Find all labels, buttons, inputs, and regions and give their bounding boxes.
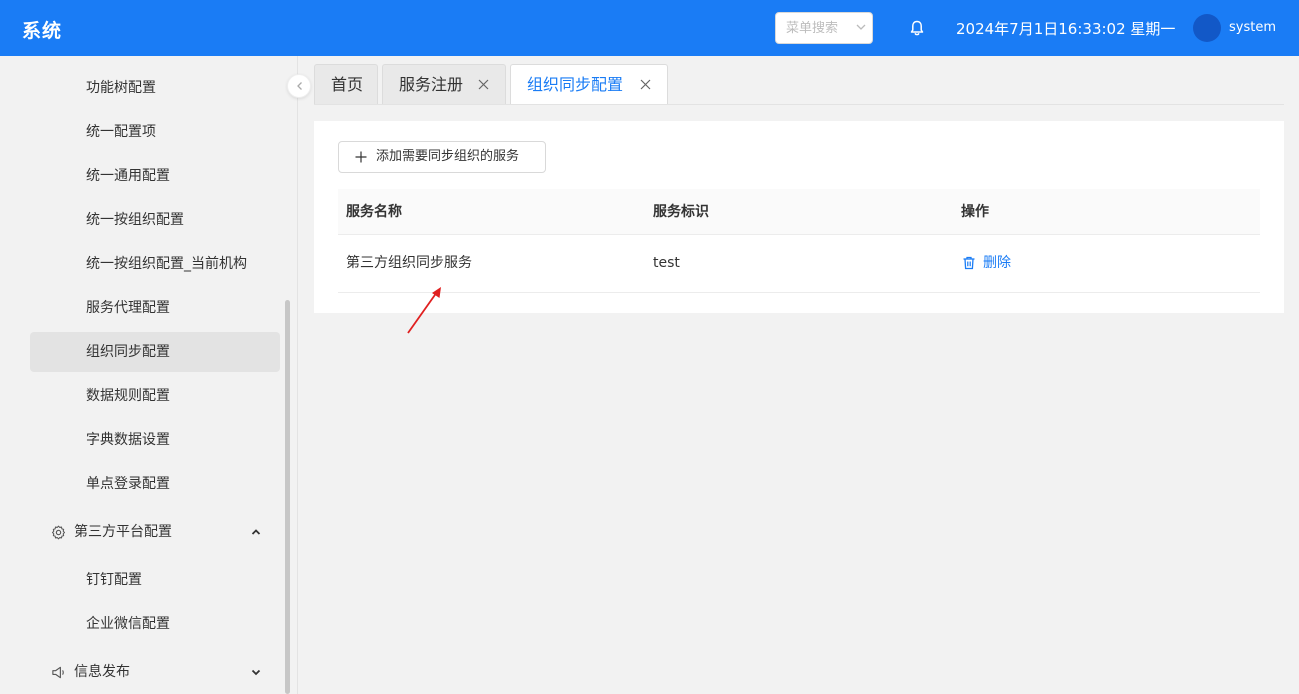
sidebar-collapse-button[interactable] <box>287 74 311 98</box>
chevron-up-icon <box>251 529 261 535</box>
megaphone-icon <box>52 666 64 679</box>
sidebar-item-unified-config[interactable]: 统一配置项 <box>30 112 280 152</box>
chevron-down-icon <box>251 669 261 676</box>
sidebar-item-dingtalk[interactable]: 钉钉配置 <box>30 560 280 600</box>
content-panel: 添加需要同步组织的服务 服务名称 服务标识 操作 第三方组织同步服务 test … <box>314 121 1284 313</box>
sidebar-item-data-rules[interactable]: 数据规则配置 <box>30 376 280 416</box>
close-icon[interactable] <box>478 79 489 90</box>
avatar[interactable] <box>1193 14 1221 42</box>
table-header: 服务名称 服务标识 操作 <box>338 189 1260 235</box>
add-sync-service-button[interactable]: 添加需要同步组织的服务 <box>338 141 546 173</box>
sidebar-scrollbar[interactable] <box>285 300 290 694</box>
username[interactable]: system <box>1229 20 1276 35</box>
sidebar-group-info-publish[interactable]: 信息发布 <box>30 652 280 692</box>
sidebar-item-wecom[interactable]: 企业微信配置 <box>30 604 280 644</box>
trash-icon <box>963 256 975 270</box>
tab-label: 服务注册 <box>399 75 464 94</box>
sidebar-group-third-party[interactable]: 第三方平台配置 <box>30 512 280 552</box>
sidebar-item-dict-data[interactable]: 字典数据设置 <box>30 420 280 460</box>
tab-label: 组织同步配置 <box>527 75 624 94</box>
chevron-down-icon <box>856 24 866 30</box>
datetime-display: 2024年7月1日16:33:02 星期一 <box>956 20 1176 38</box>
close-icon[interactable] <box>640 79 651 90</box>
tab-org-sync[interactable]: 组织同步配置 <box>510 64 668 105</box>
column-header-name: 服务名称 <box>346 204 402 220</box>
sidebar-item-sso[interactable]: 单点登录配置 <box>30 464 280 504</box>
gear-icon <box>51 525 66 540</box>
tab-label: 首页 <box>331 75 364 94</box>
annotation-arrow-icon <box>407 287 441 334</box>
sidebar-item-service-proxy[interactable]: 服务代理配置 <box>30 288 280 328</box>
tab-divider <box>314 104 1284 105</box>
sidebar-item-unified-general[interactable]: 统一通用配置 <box>30 156 280 196</box>
tab-home[interactable]: 首页 <box>314 64 378 104</box>
sidebar-group-label: 第三方平台配置 <box>74 524 172 540</box>
plus-icon <box>355 151 367 163</box>
delete-label: 删除 <box>983 255 1011 271</box>
app-brand: 系统 <box>22 20 63 42</box>
bell-icon[interactable] <box>908 19 926 37</box>
menu-search-input[interactable] <box>776 13 852 43</box>
chevron-left-icon <box>297 82 302 90</box>
sidebar: 功能树配置 统一配置项 统一通用配置 统一按组织配置 统一按组织配置_当前机构 … <box>0 56 298 694</box>
delete-button[interactable]: 删除 <box>962 235 1011 292</box>
add-button-label: 添加需要同步组织的服务 <box>376 149 520 164</box>
table-row: 第三方组织同步服务 test 删除 <box>338 235 1260 293</box>
cell-service-id: test <box>653 255 680 271</box>
column-header-id: 服务标识 <box>653 204 709 220</box>
sidebar-item-org-sync[interactable]: 组织同步配置 <box>30 332 280 372</box>
sidebar-group-label: 信息发布 <box>74 664 130 680</box>
sidebar-item-unified-by-org[interactable]: 统一按组织配置 <box>30 200 280 240</box>
top-header: 系统 2024年7月1日16:33:02 星期一 system <box>0 0 1299 56</box>
tab-service-register[interactable]: 服务注册 <box>382 64 506 104</box>
menu-search-select[interactable] <box>775 12 873 44</box>
sidebar-item-function-tree[interactable]: 功能树配置 <box>30 68 280 108</box>
column-header-action: 操作 <box>961 204 989 220</box>
sidebar-item-unified-by-org-current[interactable]: 统一按组织配置_当前机构 <box>30 244 280 284</box>
